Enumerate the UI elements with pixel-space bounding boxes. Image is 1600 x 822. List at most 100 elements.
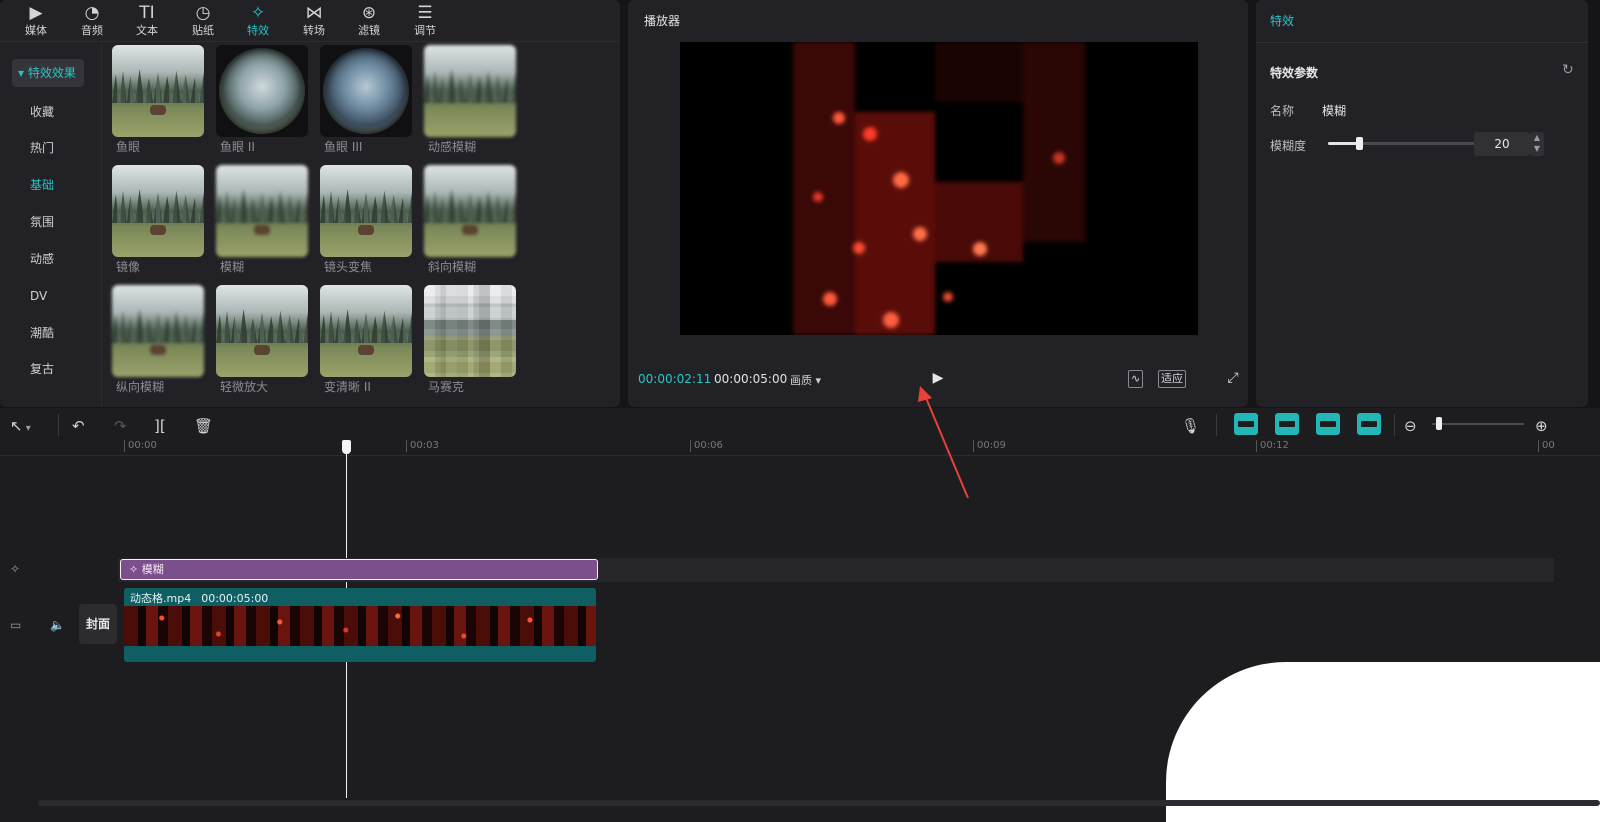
microphone-icon: 🎙	[1181, 417, 1201, 435]
effect-thumb-slight-zoom[interactable]	[216, 285, 308, 377]
effect-thumb-fisheye-3[interactable]	[320, 45, 412, 137]
magnet-button[interactable]	[1275, 413, 1299, 435]
snap-icon	[1361, 421, 1377, 427]
player-panel: 播放器 00:00:02:11 00:00:05:00 画质 ▾ ▶ ∿ 适应 …	[628, 0, 1248, 407]
category-dynamic[interactable]: 动感	[14, 245, 62, 273]
tab-adjust[interactable]: ☰ 调节	[399, 2, 451, 42]
speaker-icon[interactable]: 🔈	[50, 618, 65, 632]
tab-transition[interactable]: ⋈ 转场	[288, 2, 340, 42]
play-icon: ▶	[932, 370, 944, 386]
media-panel: ▶ 媒体 ◔ 音频 TI 文本 ◷ 贴纸 ✧ 特效 ⋈ 转场 ⊛ 滤镜 ☰ 调节 ▾ 特效效果 …	[0, 0, 620, 407]
video-clip[interactable]: 动态格.mp4 00:00:05:00	[124, 588, 596, 662]
trash-icon: 🗑	[194, 417, 214, 435]
tab-media[interactable]: ▶ 媒体	[10, 2, 62, 42]
waveform-icon: ∿	[1131, 372, 1141, 385]
audio-icon: ◔	[84, 3, 100, 23]
effect-thumb-mosaic[interactable]	[424, 285, 516, 377]
magnet-icon	[1279, 421, 1295, 427]
effect-label: 变清晰 II	[324, 380, 371, 394]
redo-button[interactable]: ↷	[114, 416, 127, 436]
category-basic[interactable]: 基础	[14, 171, 62, 199]
effect-label: 动感模糊	[428, 140, 477, 154]
split-icon: ][	[154, 417, 166, 435]
effect-label: 鱼眼 II	[220, 140, 255, 154]
effect-label: 鱼眼 III	[324, 140, 363, 154]
zoom-in-button[interactable]: ⊕	[1535, 416, 1548, 436]
media-icon: ▶	[29, 3, 43, 23]
effect-thumb-blur[interactable]	[216, 165, 308, 257]
blur-slider[interactable]	[1328, 137, 1482, 150]
ruler-tick: 00:00	[124, 440, 157, 452]
fullscreen-button[interactable]: ⤢	[1224, 370, 1242, 388]
effects-grid: 鱼眼 鱼眼 II 鱼眼 III 动感模糊 镜像 模糊 镜头变焦 斜向模糊 纵向模…	[104, 44, 620, 407]
effect-thumb-lens-zoom[interactable]	[320, 165, 412, 257]
ruler-tick: 00	[1538, 440, 1555, 452]
waveform-button[interactable]: ∿	[1128, 370, 1144, 388]
fullscreen-icon: ⤢	[1227, 370, 1239, 386]
timeline-scrollbar[interactable]	[38, 800, 1600, 806]
category-favorites[interactable]: 收藏	[14, 98, 62, 126]
zoom-slider-knob[interactable]	[1435, 417, 1442, 430]
chevron-up-icon: ▲	[1533, 133, 1541, 142]
snap-button[interactable]	[1357, 413, 1381, 435]
category-cool[interactable]: 潮酷	[14, 319, 62, 347]
zoom-out-button[interactable]: ⊖	[1404, 416, 1417, 436]
ruler-tick: 00:09	[973, 440, 1006, 452]
category-atmosphere[interactable]: 氛围	[14, 208, 62, 236]
effect-panel-title: 特效	[1270, 14, 1295, 28]
tab-audio[interactable]: ◔ 音频	[66, 2, 118, 42]
tab-text[interactable]: TI 文本	[121, 2, 173, 42]
reset-button[interactable]: ↻	[1562, 62, 1574, 78]
video-preview[interactable]	[680, 42, 1198, 335]
category-header-effects[interactable]: ▾ 特效效果	[12, 59, 84, 87]
filter-icon: ⊛	[361, 3, 377, 23]
effect-thumb-sharpen-2[interactable]	[320, 285, 412, 377]
undo-button[interactable]: ↶	[72, 416, 85, 436]
effect-thumb-motion-blur[interactable]	[424, 45, 516, 137]
quality-dropdown[interactable]: 画质 ▾	[790, 372, 821, 388]
effect-thumb-mirror[interactable]	[112, 165, 204, 257]
blur-slider-knob[interactable]	[1355, 137, 1363, 150]
effects-icon: ✧	[250, 3, 266, 23]
effect-thumb-diagonal-blur[interactable]	[424, 165, 516, 257]
tab-effects[interactable]: ✧ 特效	[232, 2, 284, 42]
effect-label: 镜像	[116, 260, 141, 274]
preview-axis-button[interactable]	[1316, 413, 1340, 435]
category-retro[interactable]: 复古	[14, 355, 62, 383]
playhead-handle[interactable]	[342, 440, 351, 454]
cover-button[interactable]: 封面	[79, 604, 117, 644]
zoom-in-icon: ⊕	[1535, 417, 1548, 435]
effect-thumb-fisheye-2[interactable]	[216, 45, 308, 137]
zoom-slider[interactable]	[1432, 423, 1524, 425]
total-timecode: 00:00:05:00	[714, 372, 788, 386]
blur-stepper[interactable]: ▲ ▼	[1530, 132, 1544, 156]
player-title: 播放器	[644, 14, 681, 28]
blur-value-input[interactable]: 20	[1474, 132, 1530, 156]
cursor-icon: ↖	[10, 417, 23, 435]
effect-thumb-fisheye[interactable]	[112, 45, 204, 137]
effect-thumb-vertical-blur[interactable]	[112, 285, 204, 377]
name-label: 名称	[1270, 104, 1295, 118]
text-icon: TI	[139, 3, 155, 23]
link-clips-button[interactable]	[1234, 413, 1258, 435]
fit-button[interactable]: 适应	[1158, 370, 1186, 388]
current-timecode: 00:00:02:11	[638, 372, 712, 386]
caret-down-icon: ▾	[18, 66, 28, 80]
tab-filter[interactable]: ⊛ 滤镜	[343, 2, 395, 42]
effect-label: 轻微放大	[220, 380, 269, 394]
select-tool[interactable]: ↖ ▾	[10, 416, 31, 436]
play-button[interactable]: ▶	[928, 368, 948, 388]
chevron-down-icon: ▼	[1533, 144, 1541, 153]
category-hot[interactable]: 热门	[14, 134, 62, 162]
video-track-icon: ▭	[10, 618, 22, 632]
record-button[interactable]: 🎙	[1181, 416, 1200, 436]
time-ruler[interactable]: 00:00 00:03 00:06 00:09 00:12 00	[0, 438, 1600, 456]
video-clip-label: 动态格.mp4 00:00:05:00	[130, 592, 269, 605]
effect-clip[interactable]: ✧ 模糊	[120, 559, 598, 580]
category-sidebar: ▾ 特效效果 收藏 热门 基础 氛围 动感 DV 潮酷 复古	[0, 44, 102, 407]
tab-sticker[interactable]: ◷ 贴纸	[177, 2, 229, 42]
split-button[interactable]: ][	[154, 416, 166, 436]
category-dv[interactable]: DV	[14, 282, 55, 310]
effect-properties-panel: 特效 特效参数 ↻ 名称 模糊 模糊度	[1256, 0, 1588, 407]
delete-button[interactable]: 🗑	[194, 416, 213, 436]
